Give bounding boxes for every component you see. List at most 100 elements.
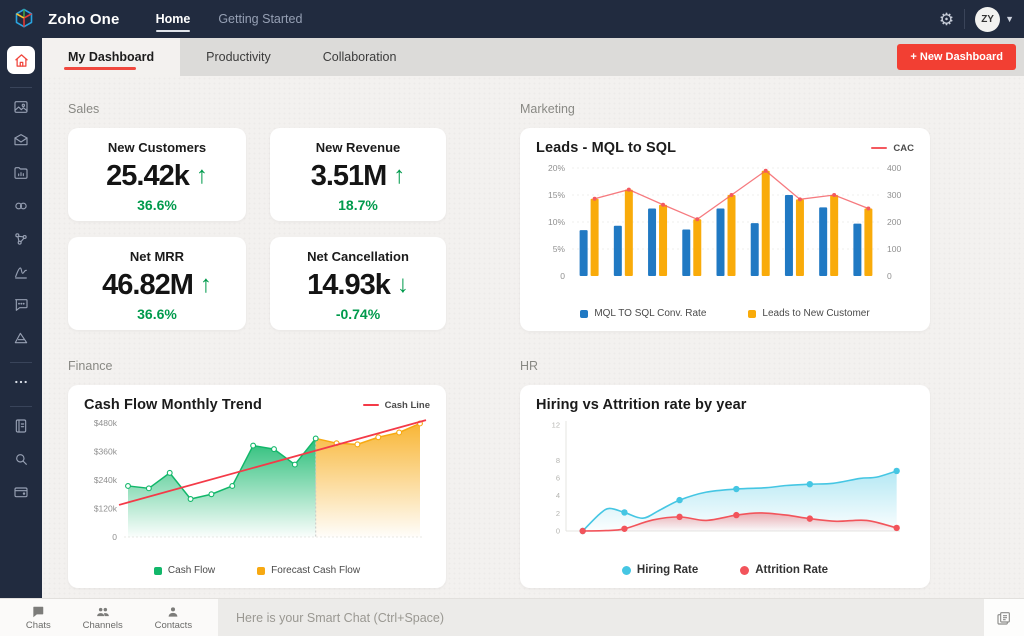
svg-text:$240k: $240k — [94, 475, 118, 485]
kpi-net-cancellation[interactable]: Net Cancellation 14.93k ↓ -0.74% — [270, 237, 446, 330]
notebook-icon — [15, 419, 27, 433]
person-icon — [168, 606, 178, 617]
sidebar-item-chat[interactable] — [7, 292, 35, 318]
sidebar-item-home[interactable] — [7, 46, 35, 74]
chart-title: Hiring vs Attrition rate by year — [536, 397, 747, 413]
tab-collaboration[interactable]: Collaboration — [297, 38, 423, 76]
kpi-title: Net Cancellation — [307, 249, 409, 264]
svg-text:10%: 10% — [548, 217, 565, 227]
sidebar — [0, 38, 42, 598]
marketing-chart-card[interactable]: Leads - MQL to SQL CAC 0 5% 10% 15% 20% 0 100 2… — [520, 128, 930, 331]
finance-section: Finance Cash Flow Monthly Trend Cash Lin… — [68, 359, 446, 588]
sidebar-item-more[interactable] — [7, 369, 35, 395]
finance-chart: 0 $120k $240k $360k $480k — [84, 415, 430, 563]
new-dashboard-button[interactable]: + New Dashboard — [897, 44, 1016, 70]
sidebar-item-search[interactable] — [7, 446, 35, 472]
legend-swatch-orange — [748, 309, 757, 318]
finance-chart-card[interactable]: Cash Flow Monthly Trend Cash Line 0 $120k… — [68, 385, 446, 588]
sales-section-label: Sales — [68, 102, 100, 116]
marketing-chart: 0 5% 10% 15% 20% 0 100 200 300 400 — [536, 158, 914, 306]
legend-dot-cyan — [621, 565, 631, 575]
more-icon — [15, 380, 27, 384]
wallet-icon — [14, 487, 28, 498]
dashboard-tabbar: My Dashboard Productivity Collaboration … — [42, 38, 1024, 76]
sidebar-item-reports[interactable] — [7, 160, 35, 186]
gallery-icon — [14, 101, 28, 113]
kpi-change: 18.7% — [338, 197, 378, 213]
chart-title: Cash Flow Monthly Trend — [84, 397, 262, 413]
sidebar-item-mail[interactable] — [7, 127, 35, 153]
nav-getting-started[interactable]: Getting Started — [218, 0, 302, 38]
svg-text:2: 2 — [556, 509, 560, 518]
avatar[interactable]: ZY — [975, 6, 1001, 32]
smart-chat-bar — [218, 599, 984, 636]
finance-section-label: Finance — [68, 359, 113, 373]
link-icon — [15, 202, 27, 210]
svg-text:300: 300 — [887, 190, 901, 200]
home-icon — [14, 53, 28, 67]
zoho-one-app: Zoho One Home Getting Started ⚙ ZY ▼ My … — [0, 0, 1024, 636]
kpi-title: Net MRR — [129, 249, 185, 264]
svg-text:20%: 20% — [548, 163, 565, 173]
bottombar: Chats Channels Contacts — [0, 598, 1024, 636]
marketing-section-label: Marketing — [520, 102, 575, 116]
kpi-value: 25.42k — [106, 159, 190, 192]
hr-section-label: HR — [520, 359, 539, 373]
svg-text:6: 6 — [556, 474, 560, 483]
svg-text:0: 0 — [112, 532, 117, 542]
sidebar-item-network[interactable] — [7, 226, 35, 252]
svg-text:$480k: $480k — [94, 418, 118, 428]
copy-docs-icon — [997, 611, 1010, 625]
sidebar-item-sign[interactable] — [7, 259, 35, 285]
sidebar-item-gallery[interactable] — [7, 94, 35, 120]
tab-productivity[interactable]: Productivity — [180, 38, 297, 76]
sidebar-item-link[interactable] — [7, 193, 35, 219]
gear-icon[interactable]: ⚙ — [939, 11, 954, 28]
hr-section: HR Hiring vs Attrition rate by year 0 2 4 6… — [520, 359, 930, 588]
tab-my-dashboard[interactable]: My Dashboard — [42, 38, 181, 76]
kpi-title: New Customers — [107, 140, 207, 155]
topbar-right: ⚙ ZY ▼ — [939, 6, 1014, 32]
kpi-new-customers[interactable]: New Customers 25.42k ↑ 36.6% — [68, 128, 246, 221]
kpi-title: New Revenue — [315, 140, 401, 155]
sidebar-item-wallet[interactable] — [7, 479, 35, 505]
legend-line-swatch — [362, 403, 379, 407]
zoho-logo-icon — [12, 7, 36, 31]
sidebar-item-analytics[interactable] — [7, 325, 35, 351]
cash-line-legend: Cash Line — [362, 400, 430, 411]
smart-chat-input[interactable] — [236, 610, 947, 625]
kpi-value: 46.82M — [102, 268, 194, 301]
svg-text:8: 8 — [556, 456, 560, 465]
contacts-button[interactable]: Contacts — [155, 605, 192, 631]
kpi-change: -0.74% — [335, 306, 381, 322]
svg-text:5%: 5% — [553, 244, 566, 254]
svg-text:4: 4 — [556, 491, 560, 500]
chat-dock: Chats Channels Contacts — [0, 599, 218, 636]
kpi-new-revenue[interactable]: New Revenue 3.51M ↑ 18.7% — [270, 128, 446, 221]
folder-chart-icon — [14, 167, 28, 179]
svg-text:12: 12 — [552, 421, 560, 430]
chats-button[interactable]: Chats — [26, 605, 51, 631]
arrow-up-icon: ↑ — [393, 162, 406, 189]
dashboard-content: Sales New Customers 25.42k ↑ 36.6% New Re… — [42, 76, 1024, 598]
hr-chart-svg: 0 2 4 6 8 12 — [552, 421, 900, 536]
kpi-net-mrr[interactable]: Net MRR 46.82M ↑ 36.6% — [68, 237, 246, 330]
user-menu[interactable]: ZY ▼ — [975, 6, 1014, 32]
top-nav: Home Getting Started — [155, 0, 302, 38]
marketing-legend: MQL TO SQL Conv. Rate Leads to New Custo… — [536, 306, 914, 323]
clipboard-panel-button[interactable] — [984, 599, 1024, 636]
sidebar-divider — [10, 406, 32, 407]
sidebar-item-notebook[interactable] — [7, 413, 35, 439]
nav-home[interactable]: Home — [155, 0, 190, 38]
svg-text:0: 0 — [560, 271, 565, 281]
search-icon — [16, 454, 27, 465]
svg-text:$360k: $360k — [94, 447, 118, 457]
sidebar-divider — [10, 362, 32, 363]
channels-button[interactable]: Channels — [83, 605, 123, 631]
svg-text:$120k: $120k — [94, 504, 118, 514]
hr-chart: 0 2 4 6 8 12 — [536, 415, 914, 562]
svg-text:200: 200 — [887, 217, 901, 227]
svg-text:0: 0 — [887, 271, 892, 281]
hr-chart-card[interactable]: Hiring vs Attrition rate by year 0 2 4 6 8 12… — [520, 385, 930, 588]
chevron-down-icon: ▼ — [1005, 14, 1014, 24]
